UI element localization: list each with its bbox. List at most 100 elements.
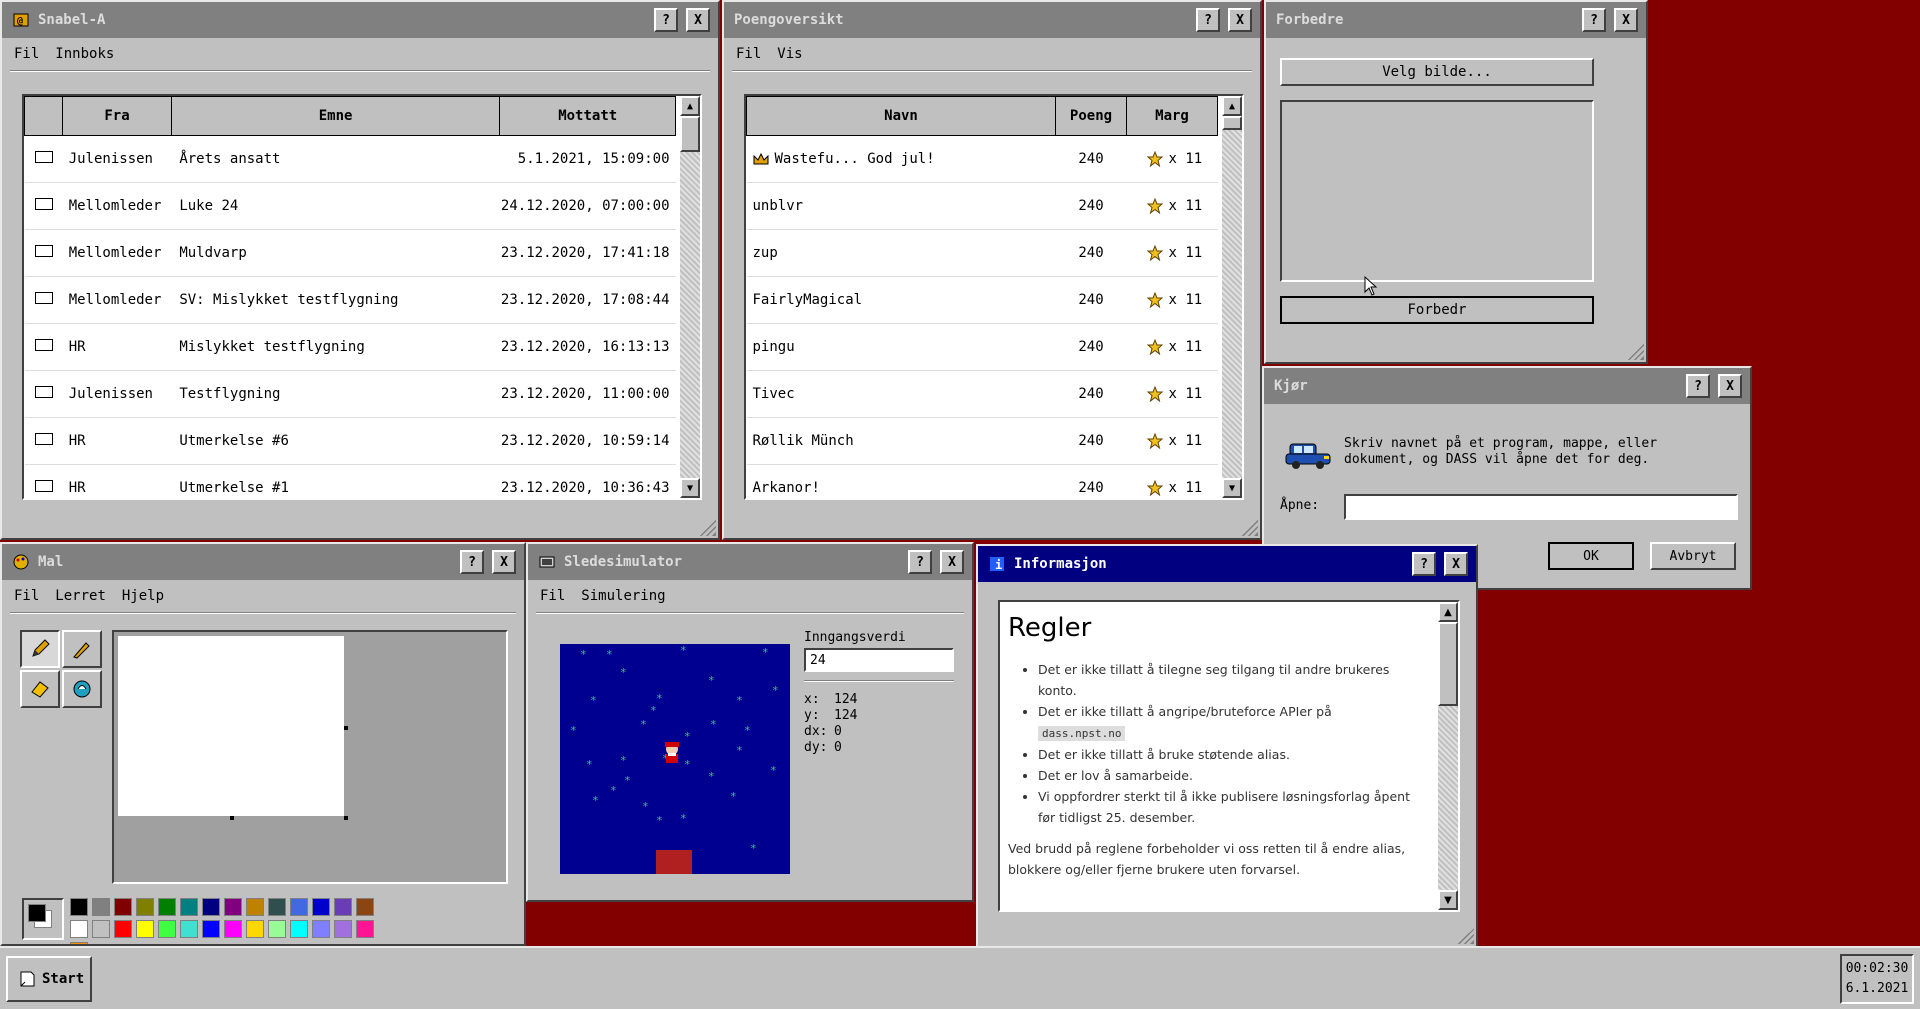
menu-lerret[interactable]: Lerret (55, 588, 106, 606)
color-swatch[interactable] (92, 898, 110, 916)
close-button[interactable]: X (1228, 8, 1252, 32)
domain-chip[interactable]: dass.npst.no (1038, 726, 1126, 741)
close-button[interactable]: X (1614, 8, 1638, 32)
scroll-down-arrow[interactable]: ▼ (680, 478, 700, 498)
menu-simulering[interactable]: Simulering (581, 588, 665, 606)
score-row[interactable]: zup 240 x 11 (746, 229, 1218, 277)
checkbox-column-header[interactable] (24, 96, 64, 136)
close-button[interactable]: X (940, 550, 964, 574)
mail-row[interactable]: Mellomleder Muldvarp 23.12.2020, 17:41:18 (24, 229, 676, 277)
score-row[interactable]: FairlyMagical 240 x 11 (746, 276, 1218, 324)
mail-envelope-icon[interactable] (34, 339, 53, 351)
menu-vis[interactable]: Vis (777, 46, 802, 64)
color-swatch[interactable] (334, 898, 352, 916)
resize-grip[interactable] (700, 520, 716, 536)
menu-fil[interactable]: Fil (736, 46, 761, 64)
choose-image-button[interactable]: Velg bilde... (1280, 58, 1594, 86)
score-row[interactable]: Tivec 240 x 11 (746, 370, 1218, 418)
open-input[interactable] (1344, 494, 1738, 520)
fill-tool-icon[interactable] (62, 670, 102, 708)
color-swatch[interactable] (246, 898, 264, 916)
scores-scrollbar[interactable]: ▲ ▼ (1222, 96, 1242, 498)
color-swatch[interactable] (180, 920, 198, 938)
paint-titlebar[interactable]: Mal ? X (2, 544, 524, 580)
color-swatch[interactable] (268, 920, 286, 938)
resize-grip[interactable] (1458, 928, 1474, 944)
color-swatch[interactable] (290, 898, 308, 916)
help-button[interactable]: ? (460, 550, 484, 574)
help-button[interactable]: ? (1412, 552, 1436, 576)
mail-row[interactable]: Julenissen Testflygning 23.12.2020, 11:00:… (24, 370, 676, 418)
resize-handle[interactable] (230, 816, 234, 820)
scroll-down-arrow[interactable]: ▼ (1438, 890, 1458, 910)
resize-grip[interactable] (1242, 520, 1258, 536)
column-subject[interactable]: Emne (170, 96, 501, 136)
color-swatch[interactable] (70, 898, 88, 916)
score-row[interactable]: Arkanor! 240 x 11 (746, 464, 1218, 498)
help-button[interactable]: ? (1686, 374, 1710, 398)
help-button[interactable]: ? (654, 8, 678, 32)
mail-scrollbar[interactable]: ▲ ▼ (680, 96, 700, 498)
color-swatch[interactable] (268, 898, 286, 916)
score-row[interactable]: Røllik Münch 240 x 11 (746, 417, 1218, 465)
sled-titlebar[interactable]: Sledesimulator ? X (528, 544, 972, 580)
color-swatch[interactable] (180, 898, 198, 916)
color-swatch[interactable] (334, 920, 352, 938)
mail-row[interactable]: HR Utmerkelse #6 23.12.2020, 10:59:14 (24, 417, 676, 465)
help-button[interactable]: ? (908, 550, 932, 574)
close-button[interactable]: X (686, 8, 710, 32)
color-swatch[interactable] (92, 920, 110, 938)
start-button[interactable]: Start (6, 956, 92, 1002)
mail-envelope-icon[interactable] (34, 245, 53, 257)
mail-envelope-icon[interactable] (34, 198, 53, 210)
color-swatch[interactable] (224, 898, 242, 916)
info-titlebar[interactable]: i Informasjon ? X (978, 546, 1476, 582)
menu-fil[interactable]: Fil (540, 588, 565, 606)
column-marg[interactable]: Marg (1126, 96, 1218, 136)
ok-button[interactable]: OK (1548, 542, 1634, 570)
drawing-canvas[interactable] (118, 636, 344, 816)
resize-handle[interactable] (344, 816, 348, 820)
input-value-field[interactable] (804, 648, 954, 672)
column-name[interactable]: Navn (746, 96, 1056, 136)
column-received[interactable]: Mottatt (499, 96, 676, 136)
cancel-button[interactable]: Avbryt (1650, 542, 1736, 570)
mail-envelope-icon[interactable] (34, 433, 53, 445)
mail-row[interactable]: HR Utmerkelse #1 23.12.2020, 10:36:43 (24, 464, 676, 498)
scroll-thumb[interactable] (680, 116, 700, 152)
color-swatch[interactable] (114, 920, 132, 938)
scroll-up-arrow[interactable]: ▲ (1222, 96, 1242, 116)
scroll-thumb[interactable] (1438, 622, 1458, 706)
column-from[interactable]: Fra (62, 96, 172, 136)
color-swatch[interactable] (158, 898, 176, 916)
score-row[interactable]: unblvr 240 x 11 (746, 182, 1218, 230)
mail-envelope-icon[interactable] (34, 386, 53, 398)
mail-envelope-icon[interactable] (34, 151, 53, 163)
column-points[interactable]: Poeng (1055, 96, 1127, 136)
mail-row[interactable]: Julenissen Årets ansatt 5.1.2021, 15:09:00 (24, 135, 676, 183)
mail-row[interactable]: Mellomleder Luke 24 24.12.2020, 07:00:00 (24, 182, 676, 230)
color-swatch[interactable] (290, 920, 308, 938)
color-swatch[interactable] (246, 920, 264, 938)
close-button[interactable]: X (492, 550, 516, 574)
resize-handle[interactable] (344, 726, 348, 730)
color-swatch[interactable] (224, 920, 242, 938)
mail-row[interactable]: Mellomleder SV: Mislykket testflygning 23.… (24, 276, 676, 324)
mail-titlebar[interactable]: @ Snabel-A ? X (2, 2, 718, 38)
color-swatch[interactable] (136, 920, 154, 938)
color-swatch[interactable] (202, 920, 220, 938)
color-swatch[interactable] (158, 920, 176, 938)
menu-hjelp[interactable]: Hjelp (122, 588, 164, 606)
mail-row[interactable]: HR Mislykket testflygning 23.12.2020, 16:1… (24, 323, 676, 371)
improve-titlebar[interactable]: Forbedre ? X (1266, 2, 1646, 38)
color-swatch[interactable] (356, 898, 374, 916)
help-button[interactable]: ? (1582, 8, 1606, 32)
pencil-tool-icon[interactable] (20, 630, 60, 668)
current-color-indicator[interactable] (22, 898, 64, 940)
help-button[interactable]: ? (1196, 8, 1220, 32)
scroll-up-arrow[interactable]: ▲ (680, 96, 700, 116)
scroll-up-arrow[interactable]: ▲ (1438, 602, 1458, 622)
color-swatch[interactable] (356, 920, 374, 938)
close-button[interactable]: X (1718, 374, 1742, 398)
color-swatch[interactable] (70, 920, 88, 938)
